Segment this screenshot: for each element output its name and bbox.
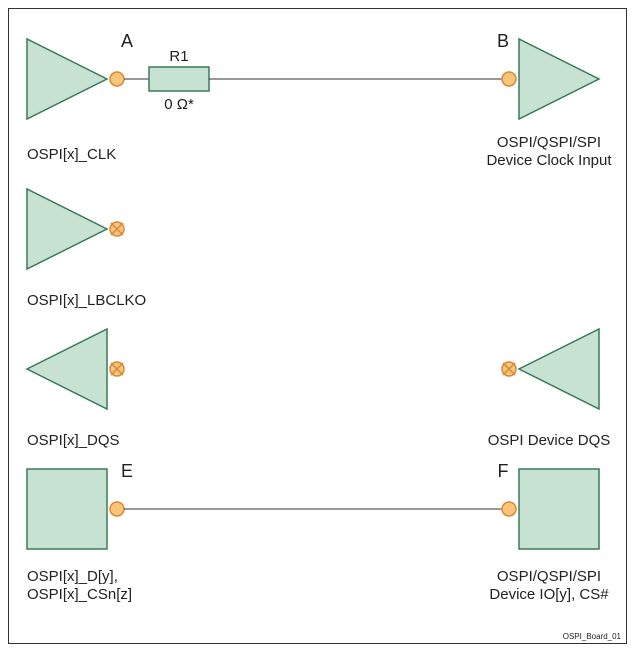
diagram-svg: A R1 0 Ω* B OSPI[x]_CLK OSPI/QSPI/SPI De… <box>9 9 628 645</box>
diagram-frame: A R1 0 Ω* B OSPI[x]_CLK OSPI/QSPI/SPI De… <box>8 8 627 644</box>
io-right-box <box>519 469 599 549</box>
nc-lbclk <box>110 222 124 236</box>
label-dqs-right: OSPI Device DQS <box>488 432 611 449</box>
node-f-label: F <box>498 461 509 481</box>
label-device-clk-l2: Device Clock Input <box>486 152 612 169</box>
resistor-r1-value: 0 Ω* <box>164 96 194 113</box>
label-device-io-l1: OSPI/QSPI/SPI <box>497 568 601 585</box>
node-e-label: E <box>121 461 133 481</box>
label-clk: OSPI[x]_CLK <box>27 146 116 163</box>
node-a-label: A <box>121 31 133 51</box>
buffer-dqs-right <box>519 329 599 409</box>
node-b-pin <box>502 72 516 86</box>
label-lbclk: OSPI[x]_LBCLKO <box>27 292 146 309</box>
buffer-dqs-left <box>27 329 107 409</box>
label-dqs-left: OSPI[x]_DQS <box>27 432 120 449</box>
io-left-box <box>27 469 107 549</box>
node-e-pin <box>110 502 124 516</box>
buffer-lbclk-out <box>27 189 107 269</box>
nc-dqs-right <box>502 362 516 376</box>
label-device-clk-l1: OSPI/QSPI/SPI <box>497 134 601 151</box>
node-a-pin <box>110 72 124 86</box>
resistor-r1-name: R1 <box>169 48 188 65</box>
nc-dqs-left <box>110 362 124 376</box>
node-b-label: B <box>497 31 509 51</box>
buffer-clk-out <box>27 39 107 119</box>
label-data-left-l2: OSPI[x]_CSn[z] <box>27 586 132 603</box>
label-device-io-l2: Device IO[y], CS# <box>489 586 609 603</box>
resistor-r1 <box>149 67 209 91</box>
label-data-left-l1: OSPI[x]_D[y], <box>27 568 118 585</box>
node-f-pin <box>502 502 516 516</box>
buffer-clk-in <box>519 39 599 119</box>
footer-label: OSPI_Board_01 <box>563 632 622 641</box>
